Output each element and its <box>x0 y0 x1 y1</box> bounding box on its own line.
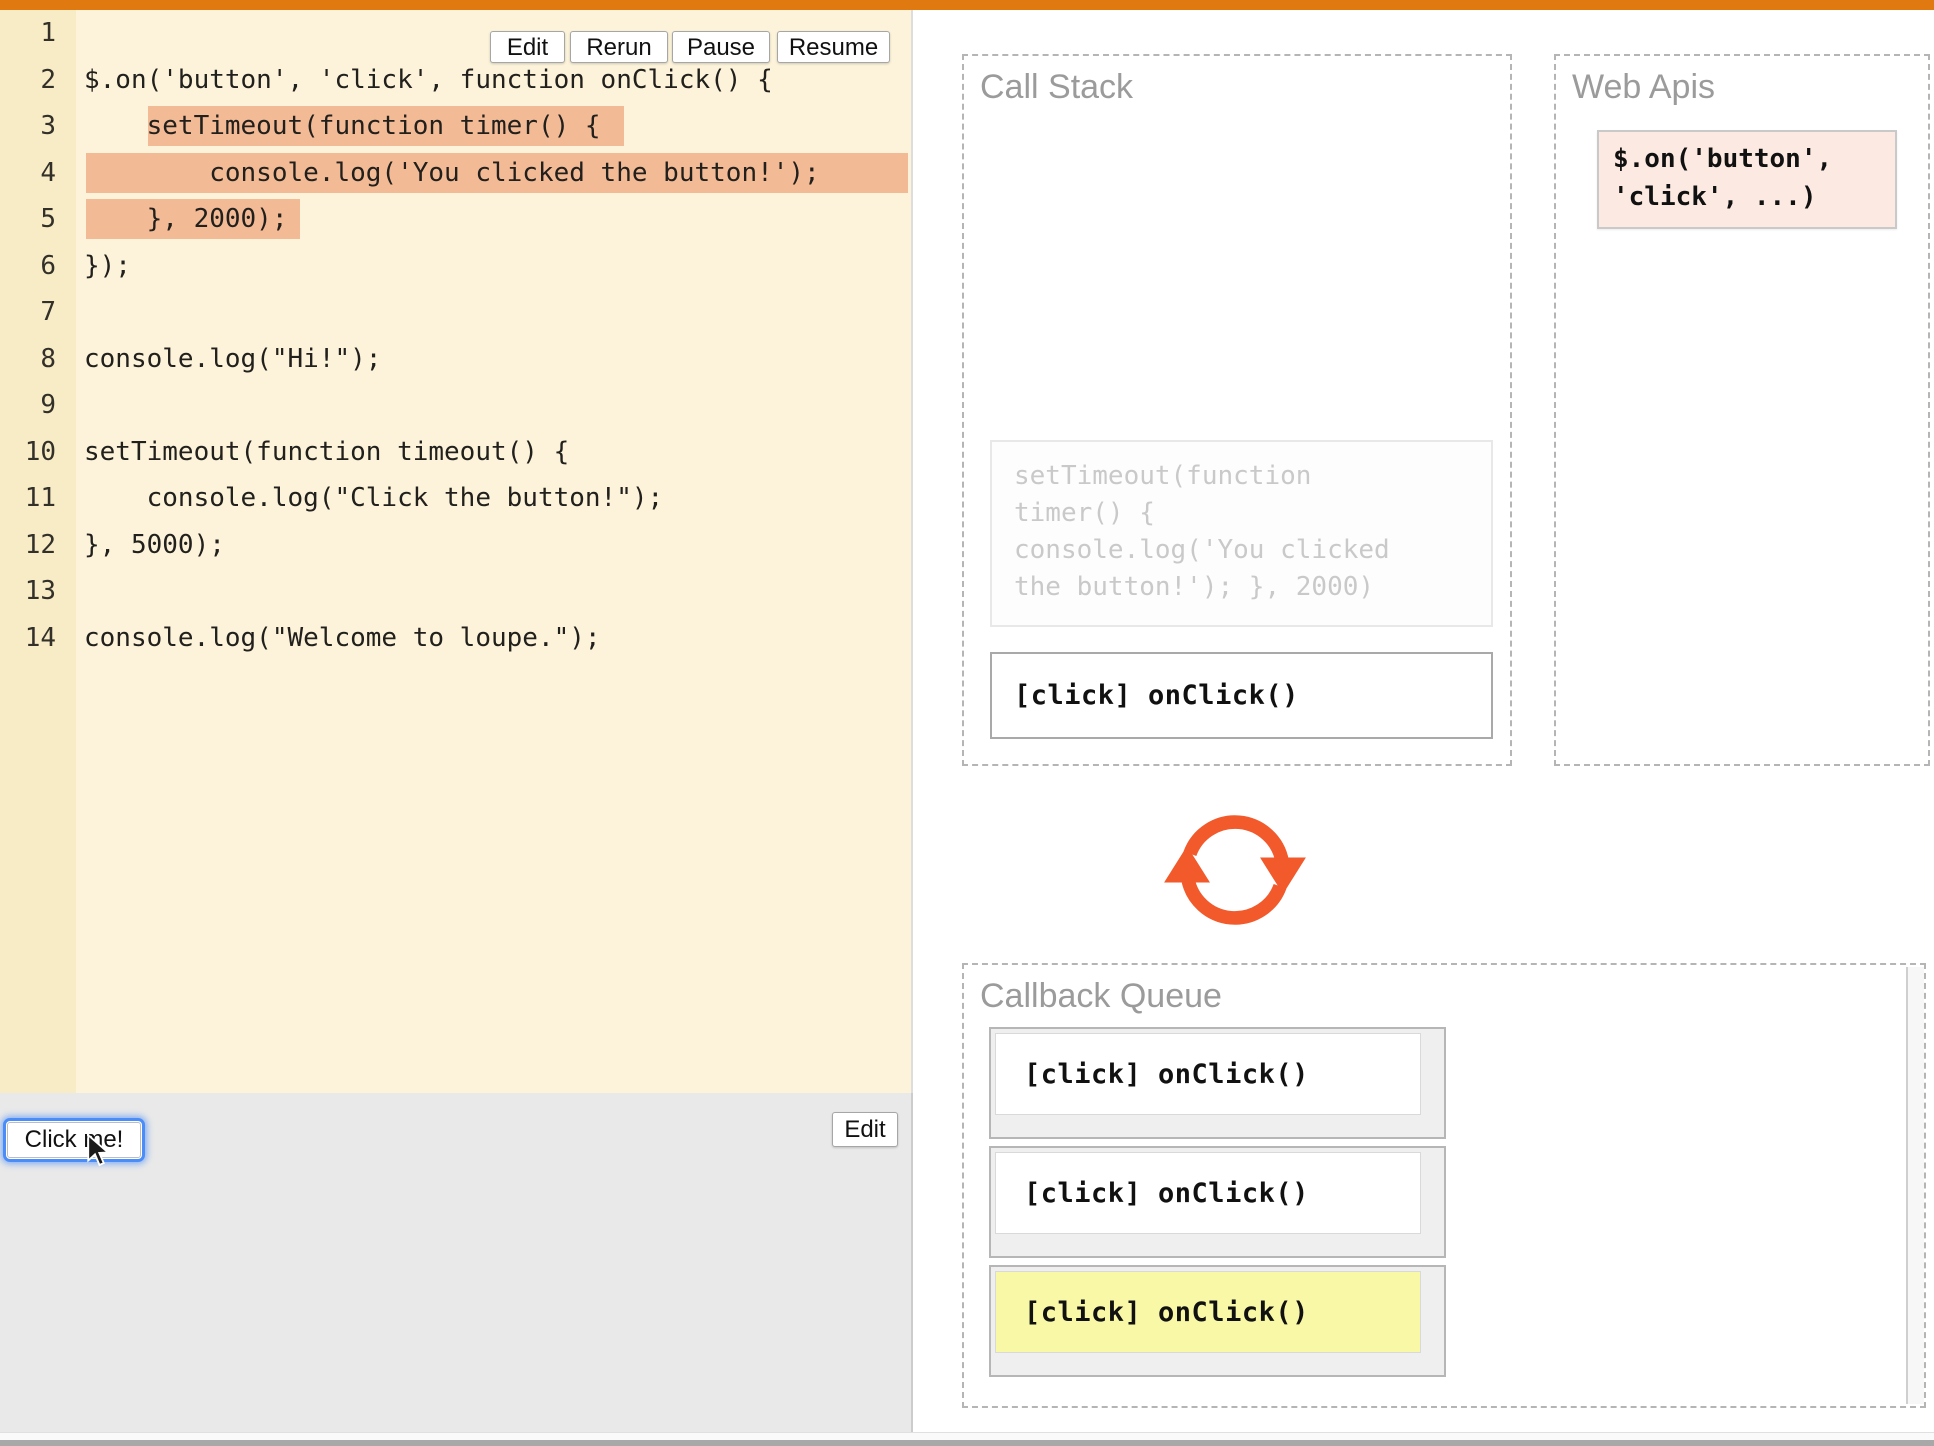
event-loop-icon <box>1155 797 1315 943</box>
stage-edit-button[interactable]: Edit <box>832 1112 898 1147</box>
web-apis-panel: Web Apis $.on('button','click', ...) <box>1554 54 1930 766</box>
code-line: }, 5000); <box>84 522 225 569</box>
queue-item-clipped <box>1906 967 1924 1404</box>
stack-frame-ghost: setTimeout(functiontimer() {console.log(… <box>990 440 1493 627</box>
line-number: 8 <box>0 336 56 383</box>
output-stage: Click me! Edit <box>0 1093 913 1432</box>
mouse-cursor-icon <box>86 1134 113 1169</box>
code-line: setTimeout(function timeout() { <box>84 429 569 476</box>
web-api-task-line: 'click', ...) <box>1613 178 1895 216</box>
line-number: 14 <box>0 615 56 662</box>
line-number: 1 <box>0 10 56 57</box>
code-editor-panel[interactable]: 1234567891011121314 $.on('button', 'clic… <box>0 10 913 1093</box>
code-line: console.log("Welcome to loupe."); <box>84 615 601 662</box>
line-number: 4 <box>0 150 56 197</box>
line-number: 10 <box>0 429 56 476</box>
ghost-frame-line: console.log('You clicked <box>1014 532 1491 569</box>
stack-frame-active: [click] onClick() <box>990 652 1493 739</box>
line-number: 9 <box>0 382 56 429</box>
horizontal-scrollbar[interactable] <box>0 1440 1934 1446</box>
call-stack-panel: Call Stack setTimeout(functiontimer() {c… <box>962 54 1512 766</box>
code-line: }, 2000); <box>84 196 288 243</box>
ghost-frame-line: the button!'); }, 2000) <box>1014 569 1491 606</box>
line-number: 5 <box>0 196 56 243</box>
code-line: setTimeout(function timer() { <box>84 103 601 150</box>
line-number: 2 <box>0 57 56 104</box>
click-me-button[interactable]: Click me! <box>3 1118 145 1162</box>
ghost-frame-line: timer() { <box>1014 495 1491 532</box>
control-edit-button[interactable]: Edit <box>490 31 565 63</box>
call-stack-title: Call Stack <box>980 68 1133 107</box>
queue-item: [click] onClick() <box>989 1265 1446 1377</box>
click-me-button-label: Click me! <box>7 1122 141 1158</box>
line-number: 6 <box>0 243 56 290</box>
queue-item-label: [click] onClick() <box>995 1033 1421 1115</box>
top-orange-bar <box>0 0 1934 10</box>
web-apis-title: Web Apis <box>1572 68 1715 107</box>
code-line: }); <box>84 243 131 290</box>
queue-item: [click] onClick() <box>989 1146 1446 1258</box>
line-number: 12 <box>0 522 56 569</box>
code-line: console.log("Hi!"); <box>84 336 381 383</box>
line-number-gutter: 1234567891011121314 <box>0 10 76 1093</box>
code-line: console.log("Click the button!"); <box>84 475 663 522</box>
control-resume-button[interactable]: Resume <box>777 31 890 63</box>
web-api-task: $.on('button','click', ...) <box>1597 130 1897 229</box>
line-number: 3 <box>0 103 56 150</box>
queue-item-label: [click] onClick() <box>995 1271 1421 1353</box>
queue-item: [click] onClick() <box>989 1027 1446 1139</box>
queue-item-label: [click] onClick() <box>995 1152 1421 1234</box>
code-line: $.on('button', 'click', function onClick… <box>84 57 773 104</box>
control-pause-button[interactable]: Pause <box>672 31 770 63</box>
callback-queue-panel: Callback Queue [click] onClick() [click] … <box>962 963 1926 1408</box>
ghost-frame-line: setTimeout(function <box>1014 458 1491 495</box>
line-number: 11 <box>0 475 56 522</box>
bottom-gutter <box>0 1432 1934 1440</box>
line-number: 7 <box>0 289 56 336</box>
line-number: 13 <box>0 568 56 615</box>
control-rerun-button[interactable]: Rerun <box>570 31 668 63</box>
web-api-task-line: $.on('button', <box>1613 140 1895 178</box>
code-line: console.log('You clicked the button!'); <box>84 150 820 197</box>
callback-queue-title: Callback Queue <box>980 977 1222 1016</box>
